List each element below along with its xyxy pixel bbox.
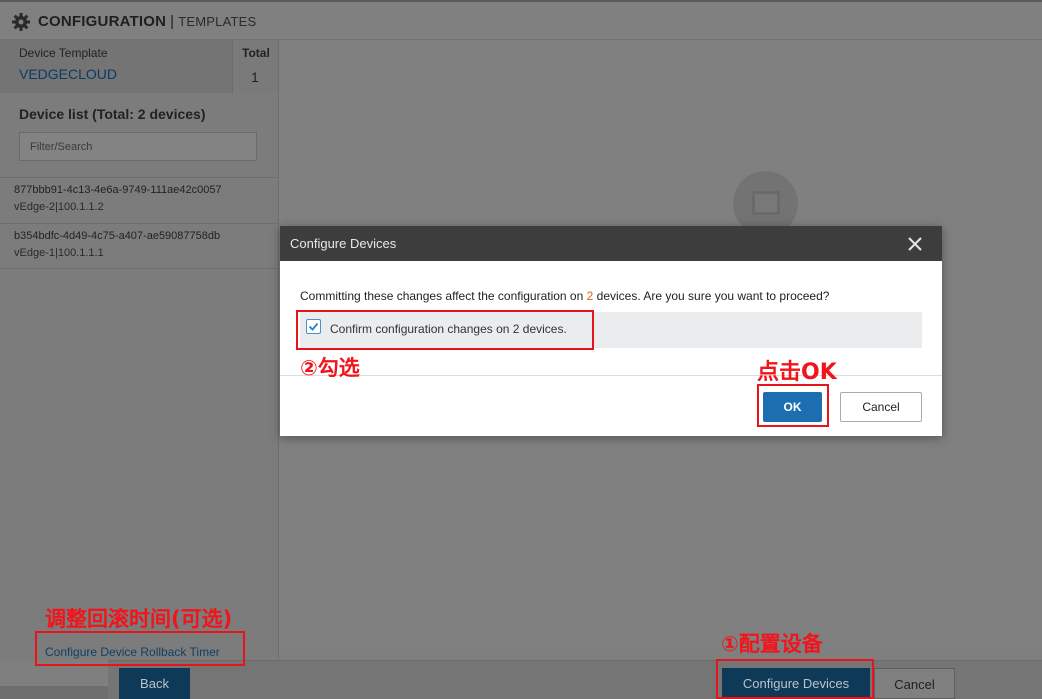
top-bar: CONFIGURATION | TEMPLATES [0,0,1042,40]
dialog-title: Configure Devices [290,236,397,251]
device-list-item[interactable]: 877bbb91-4c13-4e6a-9749-111ae42c0057 vEd… [0,177,278,223]
page-title: CONFIGURATION | TEMPLATES [38,13,256,30]
close-icon[interactable] [904,233,926,255]
page-title-separator: | [170,13,175,30]
total-box: Total 1 [232,40,278,93]
confirm-annotation-box [296,310,594,350]
footer-cancel-button[interactable]: Cancel [874,668,955,699]
footer-edge [0,686,108,699]
device-list-title: Device list (Total: 2 devices) [19,106,206,122]
dialog-header: Configure Devices [280,226,942,261]
ok-annotation: 点击OK [757,360,837,385]
dialog-message-start: Committing these changes affect the conf… [300,289,587,303]
device-template-label: Device Template [19,46,108,60]
rollback-annotation-box [35,631,245,666]
dialog-message: Committing these changes affect the conf… [300,289,829,303]
total-value: 1 [251,69,259,85]
device-hostname-ip: vEdge-1|100.1.1.1 [14,247,104,259]
dialog-message-end: devices. Are you sure you want to procee… [593,289,830,303]
dialog-divider [280,375,942,376]
configure-annotation: ①配置设备 [721,632,823,656]
gear-icon [12,13,30,31]
page-title-sub: TEMPLATES [178,14,257,29]
rollback-annotation: 调整回滚时间(可选) [45,607,233,631]
back-button[interactable]: Back [119,668,190,699]
device-id: b354bdfc-4d49-4c75-a407-ae59087758db [14,230,221,242]
filter-search-input[interactable]: Filter/Search [19,132,257,161]
cancel-button[interactable]: Cancel [840,392,922,422]
device-template-box: Device Template VEDGECLOUD [0,40,232,93]
total-label: Total [242,46,270,60]
device-list-item[interactable]: b354bdfc-4d49-4c75-a407-ae59087758db vEd… [0,223,278,269]
configure-annotation-box [716,659,874,699]
device-id: 877bbb91-4c13-4e6a-9749-111ae42c0057 [14,184,222,196]
ok-annotation-box [757,384,829,427]
device-list-panel: Device Template VEDGECLOUD Total 1 Devic… [0,40,279,660]
document-icon [752,191,780,215]
device-hostname-ip: vEdge-2|100.1.1.2 [14,201,104,213]
page-title-main: CONFIGURATION [38,13,167,30]
device-template-name[interactable]: VEDGECLOUD [19,66,117,82]
check-annotation: ②勾选 [300,356,360,380]
